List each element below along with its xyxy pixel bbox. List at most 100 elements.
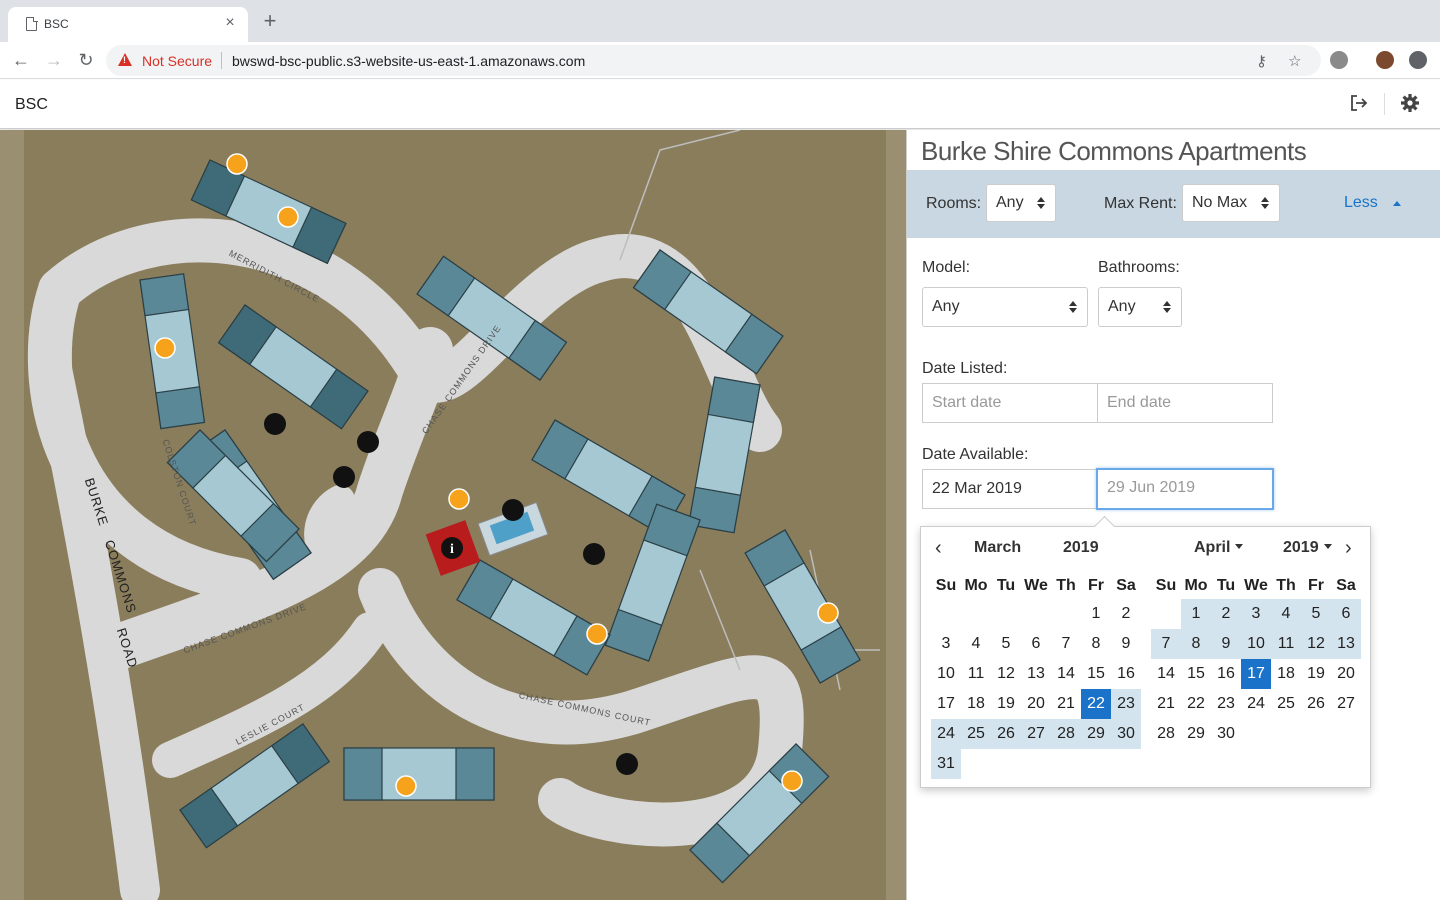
- avatar[interactable]: [1376, 51, 1394, 69]
- less-filters-link[interactable]: Less: [1344, 194, 1378, 212]
- calendar-day[interactable]: 3: [1241, 599, 1271, 629]
- update-icon[interactable]: [1409, 51, 1427, 69]
- calendar-day[interactable]: 2: [1111, 599, 1141, 629]
- back-button[interactable]: ←: [9, 48, 33, 72]
- chevron-right-icon[interactable]: ›: [1345, 537, 1352, 560]
- calendar-day[interactable]: 24: [1241, 689, 1271, 719]
- calendar-day[interactable]: 1: [1181, 599, 1211, 629]
- calendar-day[interactable]: 29: [1081, 719, 1111, 749]
- security-label[interactable]: Not Secure: [142, 53, 212, 69]
- calendar-day[interactable]: 4: [961, 629, 991, 659]
- calendar-day[interactable]: 6: [1331, 599, 1361, 629]
- calendar-day[interactable]: 6: [1021, 629, 1051, 659]
- site-map[interactable]: i MERRIDITH CIRCLE CHASE COMMONS DRIVE C…: [0, 130, 906, 900]
- weekday-header: Th: [1056, 577, 1076, 594]
- calendar-day[interactable]: 17: [931, 689, 961, 719]
- listed-start-date-input[interactable]: Start date: [922, 383, 1098, 423]
- calendar-day[interactable]: 22: [1181, 689, 1211, 719]
- calendar-day[interactable]: 4: [1271, 599, 1301, 629]
- calendar-day[interactable]: 11: [1271, 629, 1301, 659]
- calendar-day[interactable]: 29: [1181, 719, 1211, 749]
- calendar-day[interactable]: 13: [1021, 659, 1051, 689]
- calendar-day[interactable]: 28: [1051, 719, 1081, 749]
- calendar-day[interactable]: 15: [1181, 659, 1211, 689]
- close-tab-button[interactable]: ×: [220, 13, 240, 33]
- weekday-header: Tu: [1216, 577, 1236, 594]
- logout-icon[interactable]: [1349, 93, 1369, 113]
- available-end-date-input[interactable]: 29 Jun 2019: [1096, 468, 1274, 510]
- calendar-day[interactable]: 7: [1051, 629, 1081, 659]
- calendar-day[interactable]: 16: [1211, 659, 1241, 689]
- calendar-day[interactable]: 10: [1241, 629, 1271, 659]
- select-arrows-icon: [1261, 197, 1269, 209]
- address-bar[interactable]: Not Secure bwswd-bsc-public.s3-website-u…: [106, 45, 1321, 76]
- calendar-day[interactable]: 19: [991, 689, 1021, 719]
- calendar-day[interactable]: 25: [1271, 689, 1301, 719]
- calendar-day[interactable]: 14: [1051, 659, 1081, 689]
- rooms-select[interactable]: Any: [986, 184, 1056, 222]
- select-arrows-icon: [1163, 301, 1171, 313]
- reload-button[interactable]: ↻: [74, 48, 98, 72]
- calendar-day[interactable]: 27: [1021, 719, 1051, 749]
- app-title[interactable]: BSC: [15, 96, 48, 114]
- calendar-day[interactable]: 14: [1151, 659, 1181, 689]
- calendar-day[interactable]: 9: [1111, 629, 1141, 659]
- calendar-day[interactable]: 2: [1211, 599, 1241, 629]
- year-select[interactable]: 2019: [1283, 539, 1332, 557]
- calendar-day[interactable]: 13: [1331, 629, 1361, 659]
- calendar-day[interactable]: 1: [1081, 599, 1111, 629]
- calendar-day[interactable]: 16: [1111, 659, 1141, 689]
- calendar-day[interactable]: 31: [931, 749, 961, 779]
- star-icon[interactable]: ☆: [1288, 52, 1301, 70]
- calendar-day[interactable]: 27: [1331, 689, 1361, 719]
- calendar-day[interactable]: 21: [1051, 689, 1081, 719]
- listed-end-date-input[interactable]: End date: [1097, 383, 1273, 423]
- bathrooms-select[interactable]: Any: [1098, 287, 1182, 327]
- url-text[interactable]: bwswd-bsc-public.s3-website-us-east-1.am…: [232, 53, 585, 69]
- calendar-day[interactable]: 26: [1301, 689, 1331, 719]
- calendar-day[interactable]: 19: [1301, 659, 1331, 689]
- calendar-day[interactable]: 18: [961, 689, 991, 719]
- date-range-picker[interactable]: ‹ March 2019 April 2019 › Su Mo Tu We Th Fr Sa…: [920, 526, 1371, 788]
- chevron-left-icon[interactable]: ‹: [935, 537, 942, 560]
- calendar-day[interactable]: 30: [1111, 719, 1141, 749]
- calendar-day[interactable]: 18: [1271, 659, 1301, 689]
- calendar-day[interactable]: 20: [1021, 689, 1051, 719]
- calendar-day[interactable]: 21: [1151, 689, 1181, 719]
- max-rent-select[interactable]: No Max: [1182, 184, 1280, 222]
- calendar-day[interactable]: 3: [931, 629, 961, 659]
- browser-tab[interactable]: BSC ×: [8, 7, 248, 42]
- calendar-day[interactable]: 20: [1331, 659, 1361, 689]
- extension-icon[interactable]: [1330, 51, 1348, 69]
- calendar-day[interactable]: 28: [1151, 719, 1181, 749]
- calendar-day[interactable]: 12: [1301, 629, 1331, 659]
- new-tab-button[interactable]: +: [258, 10, 282, 34]
- calendar-day[interactable]: 25: [961, 719, 991, 749]
- calendar-day[interactable]: 30: [1211, 719, 1241, 749]
- calendar-day[interactable]: 8: [1081, 629, 1111, 659]
- month-select[interactable]: April: [1194, 539, 1244, 557]
- forward-button[interactable]: →: [42, 48, 66, 72]
- calendar-day[interactable]: 5: [991, 629, 1021, 659]
- gear-icon[interactable]: [1400, 93, 1420, 113]
- model-select[interactable]: Any: [922, 287, 1088, 327]
- calendar-day[interactable]: 12: [991, 659, 1021, 689]
- calendar-day[interactable]: 11: [961, 659, 991, 689]
- calendar-day[interactable]: 10: [931, 659, 961, 689]
- calendar-day[interactable]: 9: [1211, 629, 1241, 659]
- calendar-day[interactable]: 23: [1111, 689, 1141, 719]
- calendar-day[interactable]: 5: [1301, 599, 1331, 629]
- calendar-day[interactable]: 23: [1211, 689, 1241, 719]
- calendar-day[interactable]: 22: [1081, 689, 1111, 719]
- calendar-day[interactable]: 17: [1241, 659, 1271, 689]
- key-icon[interactable]: ⚷: [1256, 52, 1267, 70]
- calendar-day[interactable]: 15: [1081, 659, 1111, 689]
- calendar-day[interactable]: 24: [931, 719, 961, 749]
- calendar-day[interactable]: 7: [1151, 629, 1181, 659]
- bathrooms-value: Any: [1108, 298, 1136, 315]
- available-start-date-input[interactable]: 22 Mar 2019: [922, 469, 1098, 509]
- browser-toolbar: ← → ↻ Not Secure bwswd-bsc-public.s3-web…: [0, 42, 1440, 79]
- caret-up-icon[interactable]: [1393, 201, 1401, 206]
- calendar-day[interactable]: 8: [1181, 629, 1211, 659]
- calendar-day[interactable]: 26: [991, 719, 1021, 749]
